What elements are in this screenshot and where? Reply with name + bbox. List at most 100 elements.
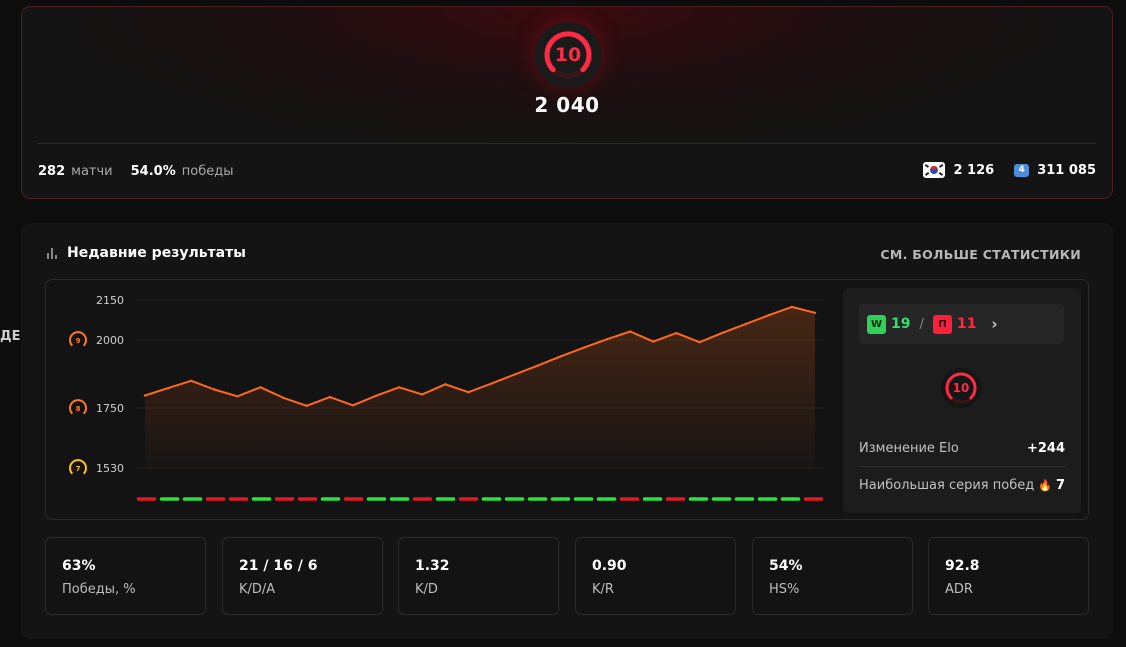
elo-point: [351, 404, 355, 407]
win-loss-button[interactable]: W 19 / П 11 ›: [859, 304, 1064, 344]
bar-chart-icon: [47, 247, 57, 259]
section-header: Недавние результаты: [47, 245, 246, 261]
section-title: Недавние результаты: [67, 245, 246, 261]
stat-tile-kda: 21 / 16 / 6 K/D/A: [222, 537, 383, 615]
elo-point: [490, 382, 493, 385]
elo-point: [236, 395, 239, 398]
elo-point: [328, 395, 332, 399]
rankings: 2 126 4 311 085: [923, 162, 1096, 178]
elo-point: [444, 383, 447, 386]
elo-point: [605, 338, 609, 341]
elo-point: [374, 394, 378, 397]
stat-label: Победы, %: [62, 582, 136, 597]
elo-point: [282, 396, 285, 400]
stat-label: ADR: [945, 582, 973, 597]
stat-value: 21 / 16 / 6: [239, 558, 318, 574]
elo-point: [513, 373, 516, 376]
elo-change-value: +244: [1026, 441, 1065, 456]
divider: [38, 143, 1096, 144]
south-korea-flag-icon[interactable]: [923, 162, 946, 178]
region-icon[interactable]: 4: [1014, 163, 1030, 177]
level-badge: 10: [535, 22, 601, 88]
win-streak-value: 7: [1055, 478, 1065, 493]
elo-point: [536, 364, 539, 367]
elo-point: [166, 386, 170, 390]
wins-count: 19: [891, 316, 911, 332]
elo-change-row: Изменение Elo +244: [859, 441, 1065, 456]
matches-label: матчи: [71, 164, 113, 179]
stat-value: 63%: [62, 558, 96, 574]
elo-point: [813, 311, 817, 314]
y-tick-label: 1750: [96, 402, 124, 415]
elo-value: 2 040: [534, 93, 600, 117]
stat-tile-hs: 54% HS%: [752, 537, 913, 615]
level-8-marker-icon: 8: [69, 399, 87, 415]
elo-point: [790, 305, 794, 309]
stat-tile-adr: 92.8 ADR: [928, 537, 1089, 615]
fire-icon: 🔥: [1038, 479, 1052, 492]
svg-text:9: 9: [76, 337, 81, 345]
country-rank[interactable]: 2 126: [953, 163, 994, 178]
stat-tile-kr: 0.90 K/R: [575, 537, 736, 615]
win-rate-label: победы: [181, 164, 234, 179]
stat-value: 54%: [769, 558, 803, 574]
stat-tile-kd: 1.32 K/D: [398, 537, 559, 615]
elo-point: [397, 386, 401, 389]
win-streak-label: Наибольшая серия побед: [859, 478, 1035, 493]
elo-point: [744, 322, 747, 326]
elo-point: [259, 386, 262, 389]
level-badge-small: 10: [941, 368, 981, 408]
stat-label: K/D/A: [239, 582, 276, 597]
elo-point: [190, 379, 193, 382]
elo-point: [698, 340, 701, 344]
elo-change-label: Изменение Elo: [859, 441, 959, 456]
level-7-marker-icon: 7: [69, 459, 87, 475]
elo-point: [559, 355, 563, 358]
elo-point: [467, 391, 470, 394]
matches-count: 282: [38, 164, 66, 179]
win-streak-value-wrap: 🔥 7: [1038, 478, 1065, 493]
losses-count: 11: [956, 316, 977, 332]
stat-label: K/R: [592, 582, 614, 597]
recent-summary-panel: W 19 / П 11 › 10 Изменение Elo +244 Наиб…: [843, 288, 1081, 513]
y-tick-label: 2150: [96, 294, 124, 307]
stat-label: HS%: [769, 582, 800, 597]
chevron-right-icon: ›: [991, 315, 998, 333]
elo-point: [652, 340, 655, 343]
profile-card: 10 2 040 282 матчи 54.0% победы 2 126 4 …: [21, 6, 1113, 199]
win-badge: W: [867, 314, 886, 334]
elo-chart: 2150 2000 1750 1530 9 8 7 W 19 / П 11 › 10 Изм…: [45, 279, 1089, 520]
side-clipped-text: ДЕ: [0, 329, 21, 344]
separator: /: [919, 316, 924, 332]
match-stats: 282 матчи 54.0% победы: [38, 164, 245, 179]
recent-results-card: Недавние результаты СМ. БОЛЬШЕ СТАТИСТИК…: [21, 223, 1113, 639]
elo-point: [628, 330, 632, 333]
elo-point: [582, 346, 586, 349]
elo-chart-svg: 2150 2000 1750 1530 9 8 7: [69, 294, 824, 501]
svg-text:7: 7: [76, 465, 81, 473]
stat-value: 0.90: [592, 558, 627, 574]
divider: [859, 466, 1065, 467]
see-more-stats-link[interactable]: СМ. БОЛЬШЕ СТАТИСТИКИ: [880, 247, 1081, 262]
level-number: 10: [952, 381, 970, 395]
elo-point: [721, 331, 724, 334]
win-rate: 54.0%: [130, 164, 176, 179]
stat-value: 92.8: [945, 558, 980, 574]
elo-point: [421, 393, 424, 396]
loss-badge: П: [932, 314, 952, 334]
elo-point: [305, 404, 308, 408]
level-9-marker-icon: 9: [69, 331, 87, 347]
stat-tile-winrate: 63% Победы, %: [45, 537, 206, 615]
elo-point: [213, 388, 216, 391]
stat-label: K/D: [415, 582, 438, 597]
region-rank[interactable]: 311 085: [1037, 163, 1096, 178]
y-tick-label: 1530: [96, 462, 124, 475]
elo-point: [767, 314, 770, 317]
svg-text:8: 8: [76, 405, 81, 413]
win-streak-row: Наибольшая серия побед 🔥 7: [859, 478, 1065, 493]
y-tick-label: 2000: [96, 334, 124, 347]
stat-value: 1.32: [415, 558, 450, 574]
elo-point: [675, 331, 678, 335]
elo-point: [143, 394, 147, 397]
level-number: 10: [554, 44, 582, 66]
